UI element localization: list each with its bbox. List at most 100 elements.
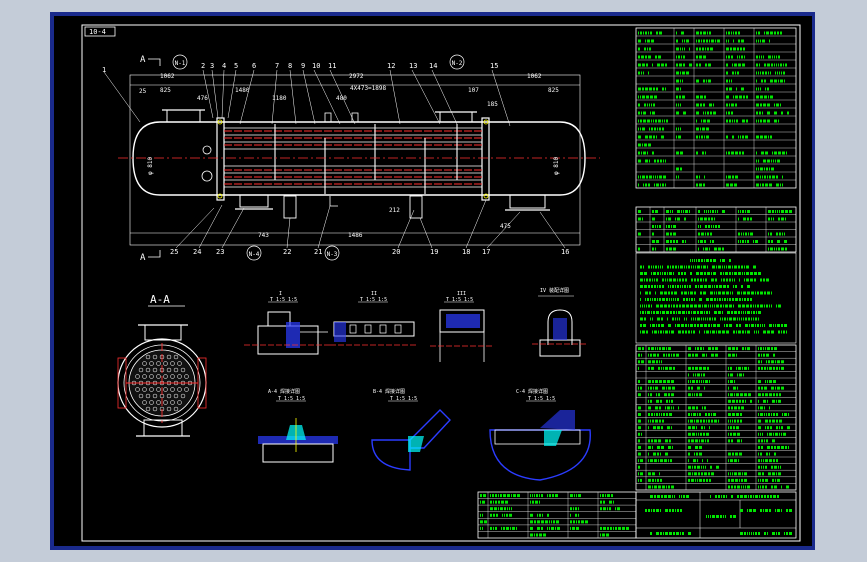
cad-glyph <box>764 79 766 83</box>
cad-glyph <box>656 360 658 364</box>
cad-glyph <box>734 406 737 410</box>
cad-glyph <box>699 393 702 397</box>
cad-glyph <box>646 95 649 99</box>
cad-glyph <box>758 452 759 456</box>
cad-glyph <box>714 247 717 251</box>
cad-glyph <box>710 330 711 334</box>
cad-glyph <box>665 366 668 370</box>
cad-glyph <box>704 135 705 139</box>
cad-glyph <box>645 159 648 163</box>
cad-glyph <box>698 432 699 436</box>
cad-glyph <box>673 532 675 535</box>
cad-glyph <box>676 127 677 131</box>
cad-glyph <box>698 285 699 288</box>
cad-glyph <box>756 159 757 163</box>
cad-glyph <box>688 452 690 456</box>
cad-glyph <box>653 452 656 456</box>
cad-glyph <box>696 119 697 123</box>
cad-glyph <box>688 330 690 334</box>
cad-glyph <box>709 478 711 482</box>
svg-text:23: 23 <box>216 248 224 256</box>
cad-glyph <box>726 111 727 115</box>
cad-glyph <box>641 360 644 364</box>
cad-glyph <box>755 317 757 321</box>
cad-glyph <box>643 324 646 327</box>
cad-glyph <box>722 298 723 301</box>
cad-glyph <box>777 360 780 364</box>
cad-glyph <box>750 232 753 236</box>
cad-glyph <box>696 393 698 397</box>
cad-glyph <box>703 183 705 187</box>
cad-glyph <box>765 380 766 384</box>
cad-glyph <box>647 119 650 123</box>
cad-glyph <box>765 71 767 75</box>
cad-glyph <box>730 393 733 397</box>
cad-glyph <box>666 232 669 236</box>
cad-glyph <box>778 55 780 59</box>
cad-glyph <box>747 291 750 295</box>
cad-glyph <box>767 159 770 163</box>
cad-glyph <box>742 472 743 476</box>
cad-glyph <box>760 278 762 282</box>
cad-glyph <box>688 465 691 469</box>
cad-glyph <box>695 439 698 443</box>
cad-glyph <box>703 478 705 482</box>
cad-glyph <box>764 304 765 308</box>
cad-glyph <box>651 39 654 43</box>
cad-glyph <box>638 360 640 364</box>
cad-glyph <box>763 399 766 403</box>
cad-glyph <box>741 485 742 489</box>
cad-glyph <box>728 432 729 436</box>
cad-glyph <box>716 304 719 308</box>
cad-glyph <box>671 330 674 334</box>
cad-glyph <box>615 526 617 530</box>
cad-glyph <box>672 285 674 288</box>
cad-glyph <box>555 494 558 498</box>
cad-glyph <box>776 393 778 397</box>
cad-glyph <box>641 111 642 115</box>
cad-glyph <box>699 55 702 59</box>
cad-glyph <box>573 520 575 524</box>
cad-glyph <box>775 210 776 213</box>
cad-glyph <box>729 298 731 301</box>
cad-glyph <box>603 500 605 504</box>
svg-text:2: 2 <box>201 62 205 70</box>
cad-glyph <box>763 55 764 59</box>
cad-glyph <box>695 478 696 482</box>
cad-glyph <box>657 452 659 456</box>
cad-glyph <box>648 265 650 269</box>
cad-glyph <box>640 330 641 334</box>
cad-glyph <box>657 426 660 430</box>
cad-glyph <box>733 317 736 321</box>
svg-text:1486: 1486 <box>348 232 363 239</box>
cad-glyph <box>781 217 784 221</box>
cad-glyph <box>758 31 760 35</box>
cad-glyph <box>728 55 730 59</box>
cad-glyph <box>652 472 655 476</box>
cad-glyph <box>718 311 721 314</box>
cad-glyph <box>657 272 659 275</box>
cad-glyph <box>665 452 668 456</box>
cad-glyph <box>688 459 689 463</box>
cad-glyph <box>680 71 681 75</box>
cad-glyph <box>672 509 674 512</box>
cad-glyph <box>730 47 732 51</box>
cad-glyph <box>638 103 640 107</box>
cad-glyph <box>761 445 763 449</box>
cad-glyph <box>700 285 703 288</box>
cad-glyph <box>748 232 749 236</box>
cad-glyph <box>699 183 702 187</box>
cad-glyph <box>746 265 749 269</box>
dim-right-top: 1062 <box>527 73 542 80</box>
cad-glyph <box>683 111 686 115</box>
cad-glyph <box>673 240 675 243</box>
cad-glyph <box>717 324 720 327</box>
cad-glyph <box>680 265 683 269</box>
cad-glyph <box>656 240 659 243</box>
cad-glyph <box>774 452 776 456</box>
cad-glyph <box>613 500 614 504</box>
svg-text:25: 25 <box>170 248 178 256</box>
cad-glyph <box>648 485 651 489</box>
cad-glyph <box>740 532 743 535</box>
cad-glyph <box>661 135 664 139</box>
